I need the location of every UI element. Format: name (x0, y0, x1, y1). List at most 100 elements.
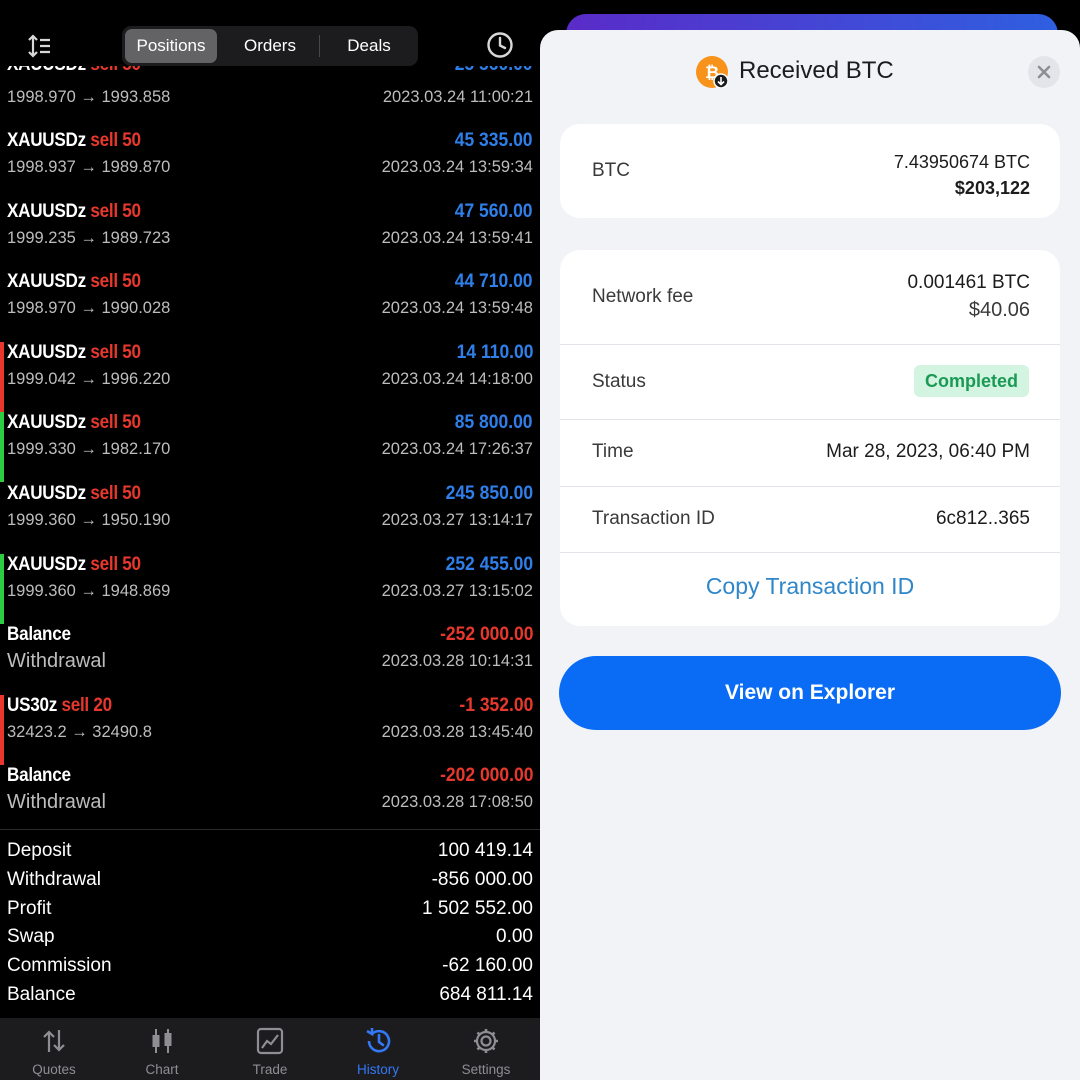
deal-action: sell 50 (90, 553, 141, 575)
summary-value: 0.00 (496, 926, 533, 948)
close-button[interactable] (1028, 56, 1060, 88)
deal-symbol: Balance (7, 765, 71, 787)
deal-symbol: XAUUSDz sell 50 (7, 130, 141, 152)
tab-deals[interactable]: Deals (322, 29, 416, 63)
deal-time: 2023.03.24 14:18:00 (381, 369, 533, 388)
symbol-text: XAUUSDz (7, 341, 86, 363)
deal-time: 2023.03.24 17:26:37 (381, 440, 533, 459)
deal-detail: 1998.970 → 1990.028 (7, 299, 171, 318)
deal-row[interactable]: XAUUSDz sell 50 45 335.00 1998.937 → 1989.… (0, 130, 540, 201)
sort-icon[interactable] (26, 32, 54, 60)
tab-quotes[interactable]: Quotes (0, 1026, 108, 1077)
tab-label: Settings (461, 1062, 511, 1077)
deal-detail: 1999.330 → 1982.170 (7, 440, 171, 459)
tab-settings[interactable]: Settings (432, 1026, 540, 1077)
deal-amount: 85 800.00 (455, 412, 533, 434)
deal-time: 2023.03.27 13:14:17 (381, 510, 533, 529)
trade-chart-icon (256, 1027, 284, 1055)
divider (560, 419, 1060, 420)
deal-action: sell 50 (90, 271, 141, 293)
summary-row: Commission -62 160.00 (0, 955, 540, 984)
status-bar (0, 553, 4, 624)
deal-detail: 1999.042 → 1996.220 (7, 369, 171, 388)
deal-amount: 245 850.00 (445, 482, 533, 504)
summary-value: 1 502 552.00 (422, 897, 533, 919)
transaction-sheet: ₿ Received BTC BTC 7.43950674 BTC $203,1… (540, 30, 1080, 1080)
copy-transaction-id-link[interactable]: Copy Transaction ID (560, 573, 1060, 600)
trading-history-panel: XAUUSDz sell 5025 560.001998.970 → 1993.… (0, 0, 540, 1080)
gear-icon (474, 1029, 498, 1053)
deal-time: 2023.03.28 13:45:40 (381, 722, 533, 741)
status-label: Status (592, 371, 646, 392)
amount-card: BTC 7.43950674 BTC $203,122 (560, 124, 1060, 218)
deal-amount: 47 560.00 (455, 200, 533, 222)
deal-symbol: XAUUSDz sell 50 (7, 483, 141, 505)
deal-time: 2023.03.24 11:00:21 (382, 88, 533, 106)
summary-label: Profit (7, 897, 52, 919)
symbol-text: XAUUSDz (7, 271, 86, 293)
summary-label: Deposit (7, 840, 72, 861)
divider (560, 344, 1060, 345)
symbol-text: XAUUSDz (7, 130, 86, 151)
deal-symbol: US30z sell 20 (7, 695, 112, 717)
summary-row: Swap 0.00 (0, 926, 540, 955)
deal-row[interactable]: XAUUSDz sell 50 44 710.00 1998.970 → 1990.… (0, 271, 540, 342)
txid-label: Transaction ID (592, 508, 715, 529)
deals-list[interactable]: XAUUSDz sell 5025 560.001998.970 → 1993.… (0, 54, 540, 836)
deal-row[interactable]: XAUUSDz sell 50 47 560.00 1999.235 → 1989.… (0, 201, 540, 272)
summary-label: Commission (7, 955, 112, 977)
summary-row: Balance 684 811.14 (0, 984, 540, 1013)
deal-action: sell 20 (61, 694, 112, 716)
deal-time: 2023.03.24 13:59:41 (381, 228, 533, 247)
deal-time: 2023.03.24 13:59:34 (381, 158, 533, 176)
summary-value: 684 811.14 (439, 983, 533, 1005)
deal-detail: 1999.360 → 1948.869 (7, 581, 171, 600)
tab-label: Chart (145, 1062, 179, 1077)
deal-row[interactable]: XAUUSDz sell 50 252 455.00 1999.360 → 1948… (0, 553, 540, 625)
symbol-text: Balance (7, 765, 71, 787)
deal-time: 2023.03.28 10:14:31 (381, 652, 533, 671)
deal-symbol: XAUUSDz sell 50 (7, 201, 141, 223)
clock-icon[interactable] (486, 31, 514, 59)
top-bar: Positions Orders Deals (0, 0, 540, 66)
status-badge: Completed (913, 365, 1029, 397)
deal-row[interactable]: XAUUSDz sell 5025 560.001998.970 → 1993.… (0, 54, 540, 130)
deal-row[interactable]: XAUUSDz sell 50 245 850.00 1999.360 → 1950… (0, 483, 540, 554)
candlestick-icon (152, 1029, 172, 1053)
tab-history[interactable]: History (324, 1026, 432, 1077)
symbol-text: XAUUSDz (7, 482, 86, 504)
deal-row[interactable]: Balance -202 000.00 Withdrawal 2023.03.28 1… (0, 765, 540, 836)
view-on-explorer-button[interactable]: View on Explorer (559, 656, 1061, 730)
tab-positions[interactable]: Positions (125, 29, 217, 63)
txid-value: 6c812..365 (935, 508, 1030, 529)
tab-trade[interactable]: Trade (216, 1026, 324, 1077)
segment-divider (319, 35, 320, 57)
sheet-title: Received BTC (739, 57, 894, 84)
deal-symbol: Balance (7, 624, 71, 646)
summary-row: Withdrawal -856 000.00 (0, 869, 540, 898)
deal-detail: 1998.970 → 1993.858 (7, 88, 171, 106)
deal-row[interactable]: US30z sell 20 -1 352.00 32423.2 → 32490.8 2… (0, 694, 540, 766)
time-value: Mar 28, 2023, 06:40 PM (826, 441, 1030, 462)
summary-row: Profit 1 502 552.00 (0, 898, 540, 927)
deal-row[interactable]: Balance -252 000.00 Withdrawal 2023.03.28 1… (0, 624, 540, 695)
btc-receipt-panel: ₿ Received BTC BTC 7.43950674 BTC $203,1… (540, 0, 1080, 1080)
deal-action: sell 50 (90, 412, 141, 434)
deal-detail: 1998.937 → 1989.870 (7, 158, 171, 176)
deal-symbol: XAUUSDz sell 50 (7, 554, 141, 576)
deal-symbol: XAUUSDz sell 50 (7, 412, 141, 434)
summary-value: -856 000.00 (431, 868, 533, 890)
time-label: Time (592, 441, 634, 462)
tab-label: History (356, 1062, 399, 1077)
close-icon (1037, 65, 1051, 79)
bitcoin-icon: ₿ (696, 56, 728, 88)
divider (560, 486, 1060, 487)
tab-orders[interactable]: Orders (222, 29, 318, 63)
summary-value: -62 160.00 (442, 955, 533, 977)
deal-row[interactable]: XAUUSDz sell 50 14 110.00 1999.042 → 1996.… (0, 341, 540, 413)
summary-label: Swap (7, 926, 55, 948)
tab-chart[interactable]: Chart (108, 1026, 216, 1077)
summary-value: 100 419.14 (437, 840, 533, 861)
deal-row[interactable]: XAUUSDz sell 50 85 800.00 1999.330 → 1982.… (0, 412, 540, 483)
status-bar (0, 412, 4, 483)
